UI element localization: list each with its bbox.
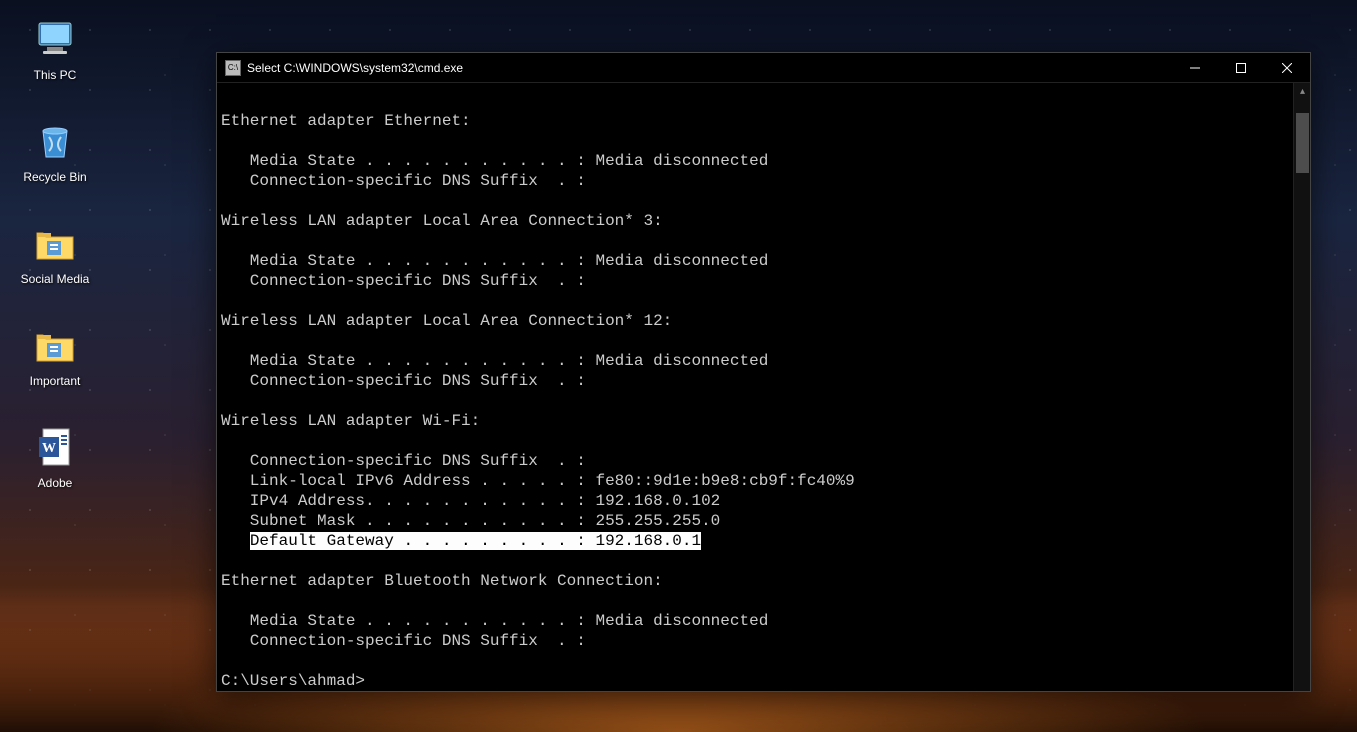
scrollbar[interactable]: ▴ — [1293, 83, 1310, 691]
terminal-line: Connection-specific DNS Suffix . : — [221, 171, 1289, 191]
terminal-line — [221, 431, 1289, 451]
desktop-icon-label: Social Media — [21, 272, 90, 286]
desktop-icon-adobe[interactable]: W Adobe — [10, 423, 100, 490]
terminal-line: Wireless LAN adapter Local Area Connecti… — [221, 211, 1289, 231]
titlebar[interactable]: C:\ Select C:\WINDOWS\system32\cmd.exe — [217, 53, 1310, 83]
cmd-icon: C:\ — [225, 60, 241, 76]
desktop-icon-label: Adobe — [38, 476, 73, 490]
scroll-thumb[interactable] — [1296, 113, 1309, 173]
terminal-line: Media State . . . . . . . . . . . : Medi… — [221, 151, 1289, 171]
terminal-line — [221, 651, 1289, 671]
terminal-line — [221, 591, 1289, 611]
terminal-line: Default Gateway . . . . . . . . . : 192.… — [221, 531, 1289, 551]
terminal-line: Ethernet adapter Ethernet: — [221, 111, 1289, 131]
window-title: Select C:\WINDOWS\system32\cmd.exe — [247, 61, 463, 75]
terminal-line — [221, 191, 1289, 211]
svg-text:W: W — [42, 441, 56, 456]
terminal-line: Media State . . . . . . . . . . . : Medi… — [221, 611, 1289, 631]
terminal-line: Media State . . . . . . . . . . . : Medi… — [221, 251, 1289, 271]
terminal-line — [221, 231, 1289, 251]
minimize-button[interactable] — [1172, 53, 1218, 83]
desktop-icon-important[interactable]: Important — [10, 321, 100, 388]
folder-icon — [31, 219, 79, 267]
desktop-icon-label: Recycle Bin — [23, 170, 86, 184]
terminal-line: Wireless LAN adapter Wi-Fi: — [221, 411, 1289, 431]
cmd-window: C:\ Select C:\WINDOWS\system32\cmd.exe E… — [216, 52, 1311, 692]
terminal-line: IPv4 Address. . . . . . . . . . . : 192.… — [221, 491, 1289, 511]
desktop-icon-label: Important — [30, 374, 81, 388]
desktop-icon-this-pc[interactable]: This PC — [10, 15, 100, 82]
terminal-line: Connection-specific DNS Suffix . : — [221, 271, 1289, 291]
terminal-line — [221, 391, 1289, 411]
terminal-line: Subnet Mask . . . . . . . . . . . : 255.… — [221, 511, 1289, 531]
terminal-line: C:\Users\ahmad> — [221, 671, 1289, 691]
desktop-icons: This PC Recycle Bin Social Media — [10, 15, 100, 490]
terminal-line: Connection-specific DNS Suffix . : — [221, 451, 1289, 471]
desktop-icon-social-media[interactable]: Social Media — [10, 219, 100, 286]
this-pc-icon — [31, 15, 79, 63]
terminal-line — [221, 331, 1289, 351]
terminal-line: Media State . . . . . . . . . . . : Medi… — [221, 351, 1289, 371]
selected-text: Default Gateway . . . . . . . . . : 192.… — [250, 532, 701, 550]
maximize-button[interactable] — [1218, 53, 1264, 83]
terminal-line — [221, 131, 1289, 151]
terminal-line — [221, 551, 1289, 571]
terminal-line: Link-local IPv6 Address . . . . . : fe80… — [221, 471, 1289, 491]
terminal-line: Connection-specific DNS Suffix . : — [221, 371, 1289, 391]
terminal-output[interactable]: Ethernet adapter Ethernet: Media State .… — [217, 83, 1293, 691]
terminal-line: Connection-specific DNS Suffix . : — [221, 631, 1289, 651]
desktop-icon-recycle-bin[interactable]: Recycle Bin — [10, 117, 100, 184]
terminal-line: Wireless LAN adapter Local Area Connecti… — [221, 311, 1289, 331]
recycle-bin-icon — [31, 117, 79, 165]
terminal-body: Ethernet adapter Ethernet: Media State .… — [217, 83, 1310, 691]
terminal-line: Ethernet adapter Bluetooth Network Conne… — [221, 571, 1289, 591]
word-doc-icon: W — [31, 423, 79, 471]
desktop-icon-label: This PC — [34, 68, 77, 82]
terminal-line — [221, 291, 1289, 311]
folder-icon — [31, 321, 79, 369]
scroll-up-arrow[interactable]: ▴ — [1294, 83, 1310, 100]
terminal-line — [221, 91, 1289, 111]
close-button[interactable] — [1264, 53, 1310, 83]
